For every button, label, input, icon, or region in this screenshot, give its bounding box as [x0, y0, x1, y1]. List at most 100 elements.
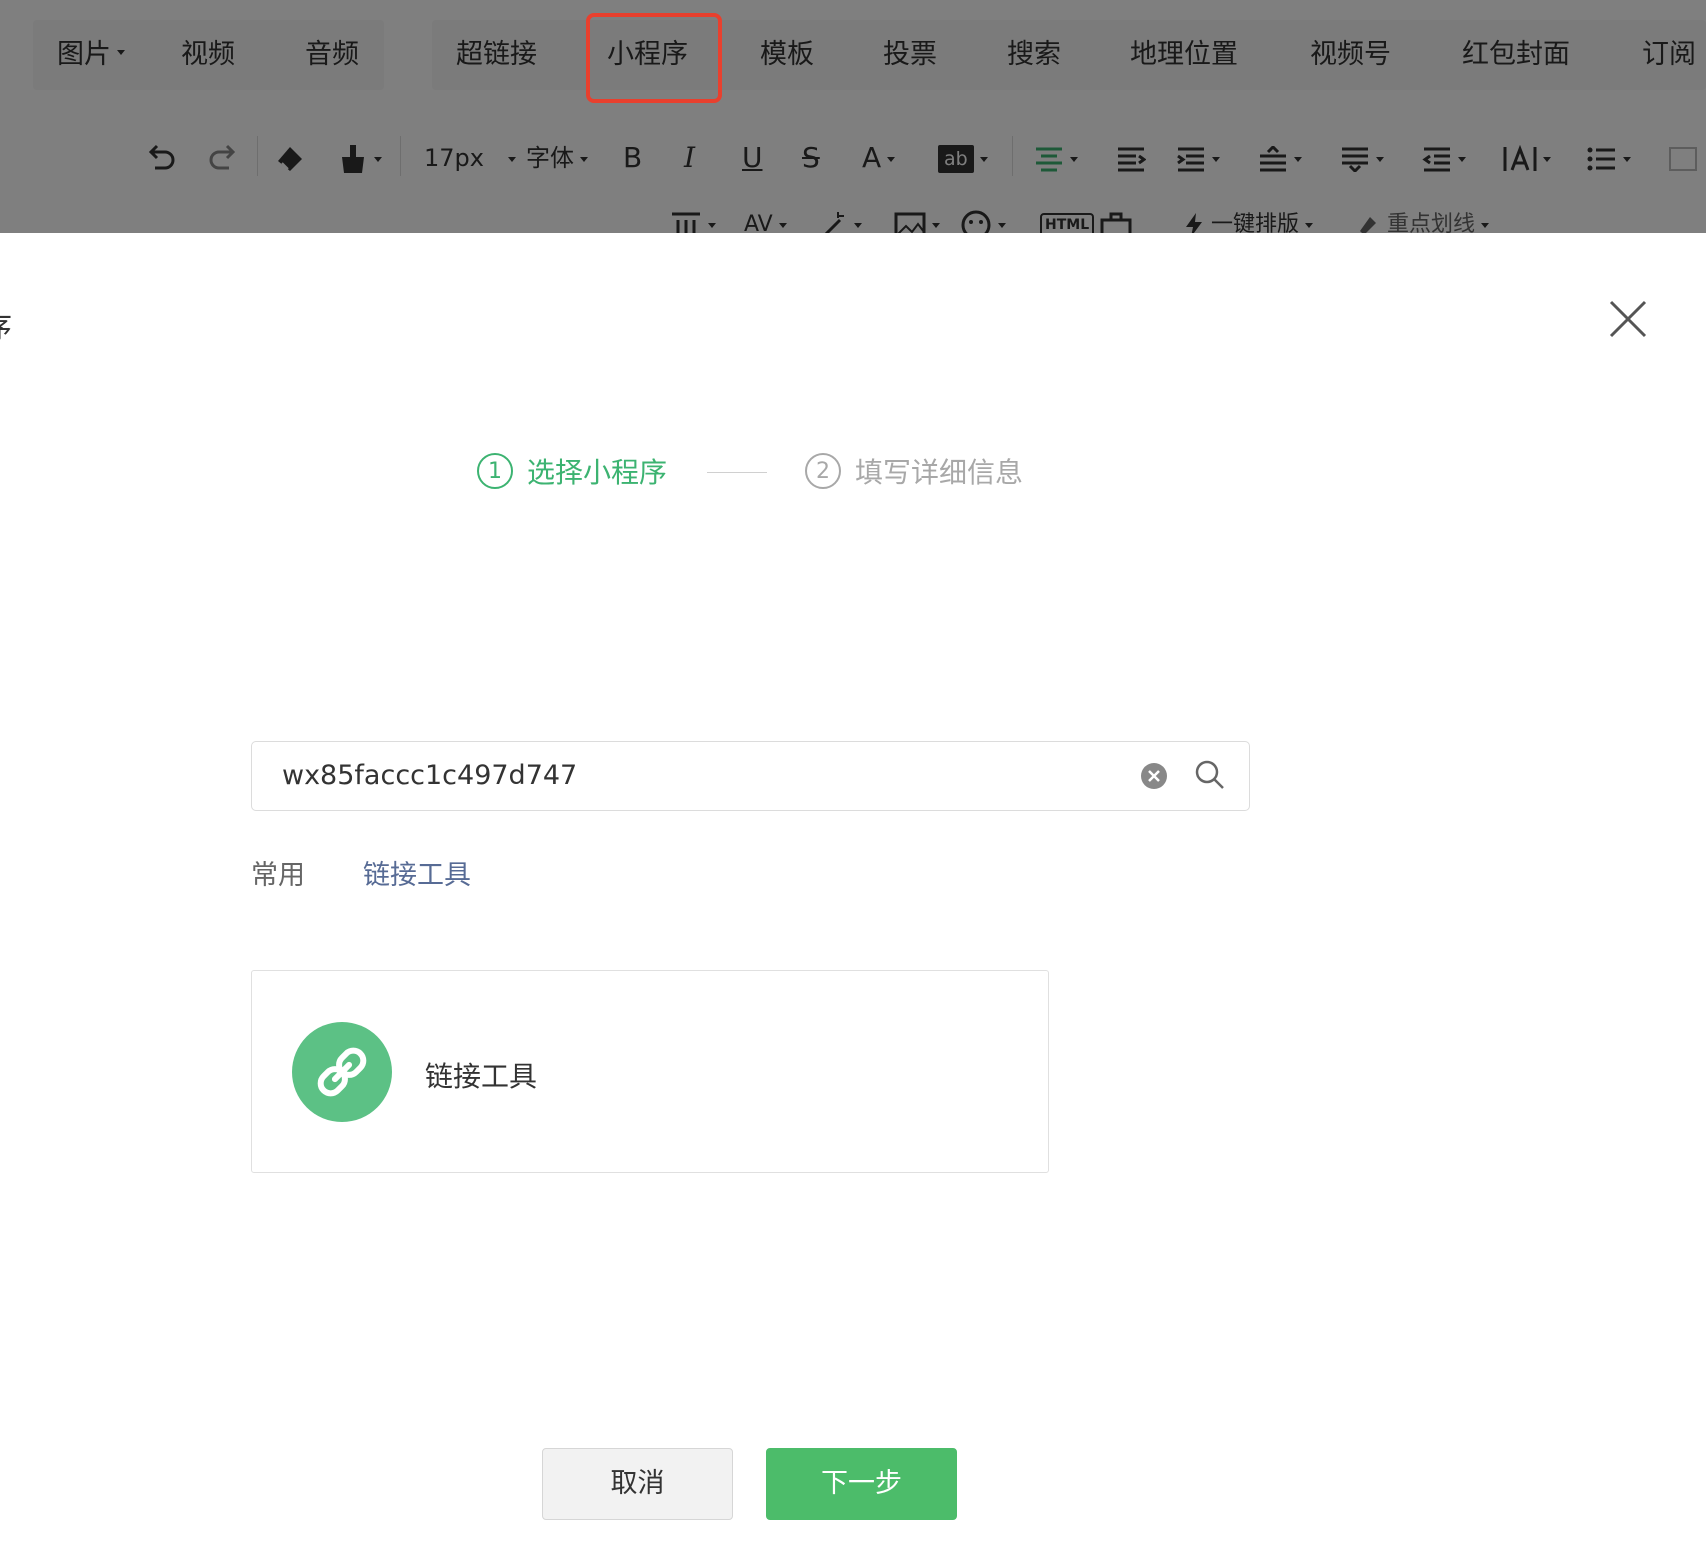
step-1-label: 选择小程序 — [527, 456, 668, 489]
search-box — [251, 741, 1250, 811]
font-family-select[interactable]: 字体 — [526, 118, 588, 198]
italic-icon: I — [684, 141, 696, 174]
search-input[interactable] — [282, 742, 1062, 809]
insert-vote[interactable]: 投票 — [883, 20, 937, 90]
chevron-down-icon — [854, 222, 862, 228]
background-color-button[interactable]: ab — [938, 118, 988, 198]
bold-button[interactable]: B — [623, 118, 642, 198]
insert-location[interactable]: 地理位置 — [1130, 20, 1238, 90]
chevron-down-icon — [778, 222, 787, 228]
italic-button[interactable]: I — [684, 118, 695, 198]
chevron-down-icon — [1458, 156, 1466, 162]
text-width-icon[interactable] — [1503, 118, 1551, 198]
insert-red-packet-cover[interactable]: 红包封面 — [1462, 20, 1570, 90]
dialog-title: 序 — [0, 303, 12, 347]
editor-header: 图片 视频 音频 超链接 小程序 模板 投票 搜索 地理位置 视频号 红包封面 … — [0, 0, 1706, 233]
one-click-layout-label: 一键排版 — [1211, 212, 1300, 233]
chevron-down-icon — [117, 50, 125, 55]
chevron-down-icon — [1294, 156, 1302, 162]
strikethrough-button[interactable]: S — [802, 118, 820, 198]
one-click-layout-button[interactable]: 一键排版 — [1184, 205, 1314, 233]
paragraph-spacing-icon[interactable] — [1340, 118, 1384, 198]
insert-channels[interactable]: 视频号 — [1310, 20, 1391, 90]
insert-template[interactable]: 模板 — [760, 20, 814, 90]
font-family-value: 字体 — [526, 144, 574, 172]
underline-button[interactable]: U — [742, 118, 763, 198]
insert-hyperlink[interactable]: 超链接 — [456, 20, 537, 90]
font-size-select[interactable]: 17px — [424, 118, 516, 198]
divider-style-icon[interactable] — [670, 205, 716, 233]
strikethrough-icon: S — [802, 141, 820, 174]
step-1-number: 1 — [477, 453, 513, 489]
highlight-line-button[interactable]: 重点划线 — [1356, 205, 1490, 233]
close-icon — [1609, 300, 1647, 338]
insert-image[interactable]: 图片 — [57, 20, 125, 90]
image-edit-icon[interactable] — [894, 205, 940, 233]
chevron-down-icon — [1481, 222, 1490, 228]
divider — [400, 136, 401, 176]
undo-icon[interactable] — [145, 118, 179, 198]
insert-miniprogram[interactable]: 小程序 — [607, 20, 688, 90]
chevron-down-icon — [1070, 156, 1078, 162]
align-center-button[interactable] — [1034, 118, 1078, 198]
step-1: 1 选择小程序 — [477, 451, 667, 491]
divider — [1012, 136, 1013, 176]
redo-icon[interactable] — [205, 118, 239, 198]
chevron-down-icon — [708, 222, 716, 228]
insert-vote-label: 投票 — [883, 39, 937, 70]
html-button[interactable]: HTML — [1040, 205, 1095, 233]
insert-audio[interactable]: 音频 — [305, 20, 359, 90]
highlight-line-label: 重点划线 — [1387, 212, 1476, 233]
insert-video[interactable]: 视频 — [181, 20, 235, 90]
search-button[interactable] — [1194, 759, 1226, 791]
miniprogram-dialog: 序 1 选择小程序 2 填写详细信息 常用 — [0, 233, 1706, 1566]
list-icon[interactable] — [1587, 118, 1631, 198]
clear-icon — [1141, 763, 1167, 789]
divider — [257, 136, 258, 176]
cancel-button[interactable]: 取消 — [542, 1448, 733, 1520]
more-icon[interactable] — [1668, 118, 1698, 198]
chevron-down-icon — [979, 156, 988, 162]
eraser-icon[interactable] — [272, 118, 308, 198]
chevron-down-icon — [580, 156, 588, 162]
insert-subscribe[interactable]: 订阅 — [1642, 20, 1696, 90]
insert-video-label: 视频 — [181, 39, 235, 70]
magic-wand-icon[interactable] — [818, 205, 862, 233]
insert-search[interactable]: 搜索 — [1007, 20, 1061, 90]
close-button[interactable] — [1608, 299, 1648, 339]
tab-common[interactable]: 常用 — [251, 853, 305, 892]
insert-audio-label: 音频 — [305, 39, 359, 70]
chevron-down-icon — [1623, 156, 1631, 162]
insert-subscribe-label: 订阅 — [1642, 39, 1696, 70]
emoji-icon[interactable] — [960, 205, 1006, 233]
lightning-icon — [1186, 213, 1202, 233]
letter-spacing-button[interactable]: AV — [744, 205, 787, 233]
miniprogram-result-card[interactable]: 链接工具 — [251, 970, 1049, 1173]
chevron-down-icon — [1376, 156, 1384, 162]
font-color-icon: A — [862, 141, 882, 174]
format-painter-icon[interactable] — [338, 118, 382, 198]
next-step-button[interactable]: 下一步 — [766, 1448, 957, 1520]
clear-button[interactable] — [1140, 762, 1168, 790]
font-color-button[interactable]: A — [862, 118, 896, 198]
underline-icon: U — [742, 141, 763, 174]
insert-toolbar: 图片 视频 音频 超链接 小程序 模板 投票 搜索 地理位置 视频号 红包封面 … — [0, 0, 1706, 108]
insert-location-label: 地理位置 — [1130, 39, 1238, 70]
line-height-icon[interactable] — [1258, 118, 1302, 198]
insert-channels-label: 视频号 — [1310, 39, 1391, 70]
insert-template-label: 模板 — [760, 39, 814, 70]
chevron-down-icon — [374, 156, 382, 162]
step-2-number: 2 — [805, 453, 841, 489]
tab-link-tool[interactable]: 链接工具 — [363, 853, 471, 892]
chevron-down-icon — [1212, 156, 1220, 162]
outdent-icon[interactable] — [1422, 118, 1466, 198]
briefcase-icon[interactable] — [1100, 205, 1132, 233]
chevron-down-icon — [998, 222, 1006, 228]
step-2-label: 填写详细信息 — [855, 456, 1024, 489]
step-connector — [707, 472, 767, 473]
indent-right-icon[interactable] — [1116, 118, 1147, 198]
format-toolbar-row2: AV HTML 一键排版 重点划线 — [0, 205, 1706, 233]
insert-search-label: 搜索 — [1007, 39, 1061, 70]
bold-icon: B — [623, 141, 643, 174]
indent-icon[interactable] — [1176, 118, 1220, 198]
